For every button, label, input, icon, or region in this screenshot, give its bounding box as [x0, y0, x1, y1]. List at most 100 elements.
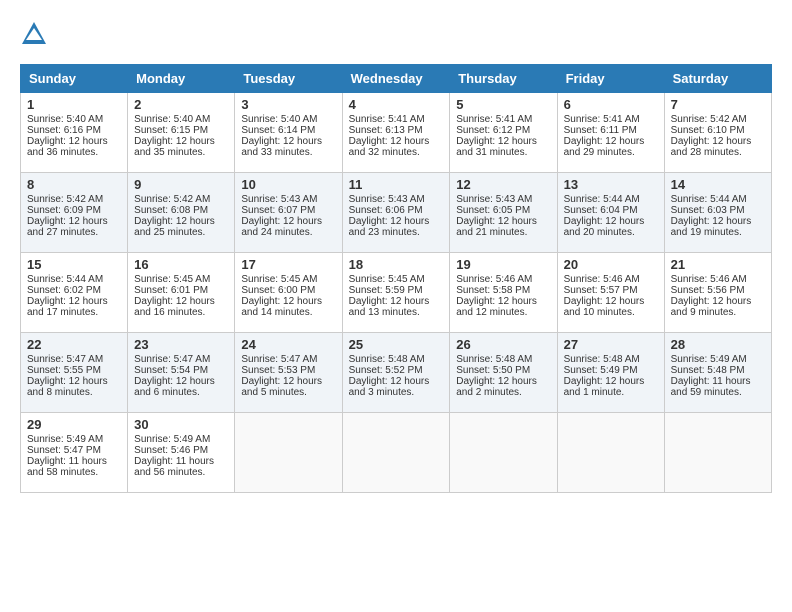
sunrise: Sunrise: 5:44 AM — [27, 274, 121, 285]
header-row: SundayMondayTuesdayWednesdayThursdayFrid… — [21, 65, 772, 93]
daylight: Daylight: 12 hours and 12 minutes. — [456, 296, 550, 318]
calendar-cell — [235, 413, 342, 493]
sunset: Sunset: 5:59 PM — [349, 285, 444, 296]
sunrise: Sunrise: 5:45 AM — [134, 274, 228, 285]
week-row-3: 15Sunrise: 5:44 AMSunset: 6:02 PMDayligh… — [21, 253, 772, 333]
calendar-cell: 10Sunrise: 5:43 AMSunset: 6:07 PMDayligh… — [235, 173, 342, 253]
calendar-cell: 13Sunrise: 5:44 AMSunset: 6:04 PMDayligh… — [557, 173, 664, 253]
sunrise: Sunrise: 5:49 AM — [671, 354, 765, 365]
day-number: 21 — [671, 257, 765, 272]
sunrise: Sunrise: 5:42 AM — [671, 114, 765, 125]
sunrise: Sunrise: 5:47 AM — [27, 354, 121, 365]
calendar-cell: 27Sunrise: 5:48 AMSunset: 5:49 PMDayligh… — [557, 333, 664, 413]
header-cell-wednesday: Wednesday — [342, 65, 450, 93]
calendar-cell: 2Sunrise: 5:40 AMSunset: 6:15 PMDaylight… — [128, 93, 235, 173]
daylight: Daylight: 12 hours and 25 minutes. — [134, 216, 228, 238]
day-number: 12 — [456, 177, 550, 192]
calendar-cell: 11Sunrise: 5:43 AMSunset: 6:06 PMDayligh… — [342, 173, 450, 253]
calendar-cell: 12Sunrise: 5:43 AMSunset: 6:05 PMDayligh… — [450, 173, 557, 253]
sunrise: Sunrise: 5:43 AM — [349, 194, 444, 205]
sunset: Sunset: 6:15 PM — [134, 125, 228, 136]
calendar-cell: 14Sunrise: 5:44 AMSunset: 6:03 PMDayligh… — [664, 173, 771, 253]
sunrise: Sunrise: 5:48 AM — [564, 354, 658, 365]
sunrise: Sunrise: 5:49 AM — [27, 434, 121, 445]
day-number: 29 — [27, 417, 121, 432]
daylight: Daylight: 12 hours and 33 minutes. — [241, 136, 335, 158]
sunrise: Sunrise: 5:48 AM — [456, 354, 550, 365]
calendar-cell: 18Sunrise: 5:45 AMSunset: 5:59 PMDayligh… — [342, 253, 450, 333]
calendar-cell: 20Sunrise: 5:46 AMSunset: 5:57 PMDayligh… — [557, 253, 664, 333]
logo — [20, 20, 52, 48]
day-number: 3 — [241, 97, 335, 112]
week-row-5: 29 Sunrise: 5:49 AMSunset: 5:47 PM Dayligh… — [21, 413, 772, 493]
day-number: 2 — [134, 97, 228, 112]
sunrise: Sunrise: 5:46 AM — [456, 274, 550, 285]
daylight: Daylight: 11 hours and 56 minutes. — [134, 456, 228, 478]
sunset: Sunset: 6:12 PM — [456, 125, 550, 136]
day-number: 5 — [456, 97, 550, 112]
sunrise: Sunrise: 5:44 AM — [564, 194, 658, 205]
sunset: Sunset: 6:03 PM — [671, 205, 765, 216]
day-number: 25 — [349, 337, 444, 352]
daylight: Daylight: 12 hours and 17 minutes. — [27, 296, 121, 318]
header-cell-sunday: Sunday — [21, 65, 128, 93]
sunrise: Sunrise: 5:41 AM — [456, 114, 550, 125]
sunrise: Sunrise: 5:46 AM — [671, 274, 765, 285]
week-row-2: 8Sunrise: 5:42 AMSunset: 6:09 PMDaylight… — [21, 173, 772, 253]
day-number: 13 — [564, 177, 658, 192]
sunset: Sunset: 5:47 PM — [27, 445, 121, 456]
page-header — [20, 20, 772, 48]
sunset: Sunset: 6:05 PM — [456, 205, 550, 216]
day-number: 27 — [564, 337, 658, 352]
calendar-cell: 9Sunrise: 5:42 AMSunset: 6:08 PMDaylight… — [128, 173, 235, 253]
sunset: Sunset: 6:04 PM — [564, 205, 658, 216]
sunset: Sunset: 6:13 PM — [349, 125, 444, 136]
sunset: Sunset: 5:46 PM — [134, 445, 228, 456]
daylight: Daylight: 12 hours and 23 minutes. — [349, 216, 444, 238]
sunset: Sunset: 6:00 PM — [241, 285, 335, 296]
daylight: Daylight: 12 hours and 31 minutes. — [456, 136, 550, 158]
sunset: Sunset: 6:01 PM — [134, 285, 228, 296]
sunset: Sunset: 5:49 PM — [564, 365, 658, 376]
day-number: 6 — [564, 97, 658, 112]
day-number: 17 — [241, 257, 335, 272]
calendar-cell: 1Sunrise: 5:40 AMSunset: 6:16 PMDaylight… — [21, 93, 128, 173]
sunset: Sunset: 5:55 PM — [27, 365, 121, 376]
logo-icon — [20, 20, 48, 48]
calendar-cell: 29Sunrise: 5:49 AMSunset: 5:47 PMDayligh… — [21, 413, 128, 493]
day-number: 23 — [134, 337, 228, 352]
day-number: 18 — [349, 257, 444, 272]
week-row-1: 1Sunrise: 5:40 AMSunset: 6:16 PMDaylight… — [21, 93, 772, 173]
day-number: 10 — [241, 177, 335, 192]
sunset: Sunset: 5:52 PM — [349, 365, 444, 376]
daylight: Daylight: 12 hours and 28 minutes. — [671, 136, 765, 158]
sunset: Sunset: 6:09 PM — [27, 205, 121, 216]
sunset: Sunset: 6:02 PM — [27, 285, 121, 296]
header-cell-saturday: Saturday — [664, 65, 771, 93]
daylight: Daylight: 11 hours and 59 minutes. — [671, 376, 765, 398]
sunset: Sunset: 6:14 PM — [241, 125, 335, 136]
sunset: Sunset: 6:07 PM — [241, 205, 335, 216]
daylight: Daylight: 12 hours and 32 minutes. — [349, 136, 444, 158]
daylight: Daylight: 12 hours and 36 minutes. — [27, 136, 121, 158]
header-cell-tuesday: Tuesday — [235, 65, 342, 93]
daylight: Daylight: 12 hours and 27 minutes. — [27, 216, 121, 238]
calendar-cell: 4Sunrise: 5:41 AMSunset: 6:13 PMDaylight… — [342, 93, 450, 173]
sunset: Sunset: 5:56 PM — [671, 285, 765, 296]
sunrise: Sunrise: 5:46 AM — [564, 274, 658, 285]
daylight: Daylight: 12 hours and 29 minutes. — [564, 136, 658, 158]
day-number: 19 — [456, 257, 550, 272]
calendar-cell: 3Sunrise: 5:40 AMSunset: 6:14 PMDaylight… — [235, 93, 342, 173]
sunrise: Sunrise: 5:48 AM — [349, 354, 444, 365]
day-number: 14 — [671, 177, 765, 192]
day-number: 16 — [134, 257, 228, 272]
day-number: 24 — [241, 337, 335, 352]
day-number: 26 — [456, 337, 550, 352]
calendar-cell: 22Sunrise: 5:47 AMSunset: 5:55 PMDayligh… — [21, 333, 128, 413]
sunrise: Sunrise: 5:40 AM — [27, 114, 121, 125]
sunrise: Sunrise: 5:45 AM — [241, 274, 335, 285]
calendar-cell: 6Sunrise: 5:41 AMSunset: 6:11 PMDaylight… — [557, 93, 664, 173]
sunset: Sunset: 5:58 PM — [456, 285, 550, 296]
sunset: Sunset: 5:50 PM — [456, 365, 550, 376]
day-number: 22 — [27, 337, 121, 352]
